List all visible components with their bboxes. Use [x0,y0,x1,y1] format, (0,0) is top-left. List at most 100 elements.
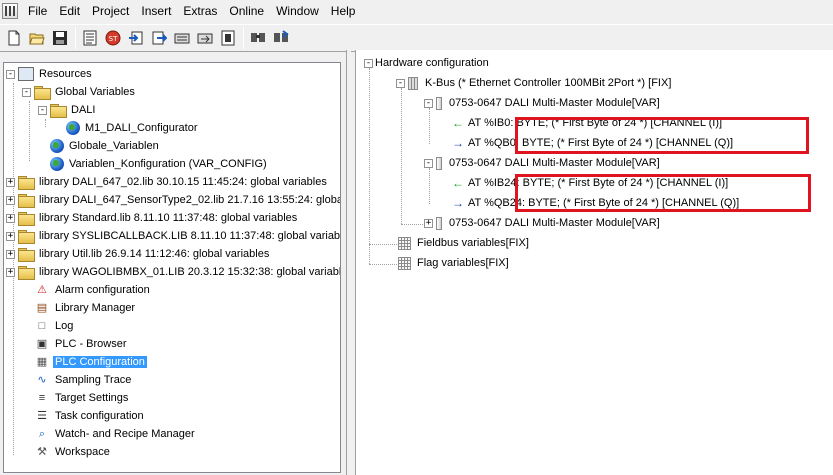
tree-item[interactable]: ∿ Sampling Trace [22,371,133,389]
tree-item[interactable]: + library DALI_647_02.lib 30.10.15 11:45:… [6,173,329,191]
tree-item[interactable]: + library Standard.lib 8.11.10 11:37:48: … [6,209,299,227]
tree-item-label: PLC - Browser [55,338,127,350]
tree-item[interactable]: - Resources [6,65,94,83]
tree-item-label: library DALI_647_SensorType2_02.lib 21.7… [39,194,341,206]
panel-splitter[interactable] [346,50,351,475]
menu-insert[interactable]: Insert [135,0,177,22]
folder-icon [18,211,35,226]
expand-toggle[interactable]: + [424,218,433,228]
new-button[interactable] [3,27,25,49]
breakpoint-button[interactable] [217,27,239,49]
collapse-toggle[interactable]: - [6,69,15,79]
tree-item[interactable]: ⚠ Alarm configuration [22,281,152,299]
resources-tree[interactable]: - Resources - Global Variables - DALI M1_DALI_… [3,62,341,473]
menu-file[interactable]: File [22,0,53,22]
globe-icon [66,121,80,135]
menu-extras[interactable]: Extras [177,0,223,22]
tree-item-label: DALI [71,104,96,116]
variables-icon [398,236,411,250]
hardware-configuration-tree[interactable]: - Hardware configuration - K-Bus (* Ethe… [355,50,833,475]
search-button[interactable] [247,27,269,49]
plc-config-icon: ▦ [36,356,48,368]
collapse-toggle[interactable]: - [424,158,433,168]
tree-item[interactable]: ☰ Task configuration [22,407,146,425]
tree-item[interactable]: ⌕ Watch- and Recipe Manager [22,425,197,443]
expand-toggle[interactable]: + [6,177,15,187]
fieldbus-label: Fieldbus variables[FIX] [417,237,529,249]
module-row-3[interactable]: + 0753-0647 DALI Multi-Master Module[VAR… [424,214,662,232]
kbus-icon [408,76,418,90]
module-label: 0753-0647 DALI Multi-Master Module[VAR] [449,157,660,169]
open-button[interactable] [26,27,48,49]
tree-item-label: Log [55,320,74,332]
toolbar-separator [75,27,76,49]
login-button[interactable] [125,27,147,49]
tree-item-label: Workspace [55,446,110,458]
module-row-1[interactable]: - 0753-0647 DALI Multi-Master Module[VAR… [424,94,662,112]
stop-icon: ST [105,30,121,46]
menu-help[interactable]: Help [325,0,362,22]
tree-item[interactable]: □ Log [22,317,75,335]
collapse-toggle[interactable]: - [424,98,433,108]
trace-icon: ∿ [37,374,47,386]
tree-item[interactable]: + library SYSLIBCALLBACK.LIB 8.11.10 11:3… [6,227,340,245]
expand-toggle[interactable]: + [6,213,15,223]
folder-icon [18,175,35,190]
step-button[interactable] [194,27,216,49]
module-icon [436,156,442,170]
fieldbus-row[interactable]: Fieldbus variables[FIX] [396,234,531,252]
menu-window[interactable]: Window [270,0,325,22]
highlight-box [515,117,809,154]
menu-edit[interactable]: Edit [53,0,86,22]
tree-item[interactable]: - DALI [38,101,97,119]
tree-item[interactable]: + library Util.lib 26.9.14 11:12:46: glob… [6,245,271,263]
compile-icon [83,30,97,46]
run-button[interactable] [171,27,193,49]
stop-button[interactable]: ST [102,27,124,49]
tree-item[interactable]: + library WAGOLIBMBX_01.LIB 20.3.12 15:32… [6,263,340,281]
save-icon [53,31,67,45]
folder-icon [18,193,35,208]
module-label: 0753-0647 DALI Multi-Master Module[VAR] [449,217,660,229]
collapse-toggle[interactable]: - [22,87,31,97]
folder-icon [34,85,51,100]
tree-item[interactable]: ▣ PLC - Browser [22,335,129,353]
tree-item-label: library DALI_647_02.lib 30.10.15 11:45:2… [39,176,327,188]
hw-root-row[interactable]: - Hardware configuration [364,54,491,72]
tree-item[interactable]: + library DALI_647_SensorType2_02.lib 21.… [6,191,341,209]
expand-toggle[interactable]: + [6,267,15,277]
expand-toggle[interactable]: + [6,249,15,259]
tree-item[interactable]: M1_DALI_Configurator [54,119,200,137]
tree-item-label: library Util.lib 26.9.14 11:12:46: globa… [39,248,270,260]
tree-item[interactable]: Variablen_Konfiguration (VAR_CONFIG) [38,155,269,173]
tree-item[interactable]: - Global Variables [22,83,137,101]
save-button[interactable] [49,27,71,49]
collapse-toggle[interactable]: - [364,58,373,68]
collapse-toggle[interactable]: - [38,105,47,115]
variables-icon [398,256,411,270]
expand-toggle[interactable]: + [6,231,15,241]
module-row-2[interactable]: - 0753-0647 DALI Multi-Master Module[VAR… [424,154,662,172]
compile-button[interactable] [79,27,101,49]
toolbar-separator [243,27,244,49]
tree-item[interactable]: ⚒ Workspace [22,443,112,461]
expand-toggle[interactable]: + [6,195,15,205]
menu-project[interactable]: Project [86,0,135,22]
flag-row[interactable]: Flag variables[FIX] [396,254,511,272]
kbus-row[interactable]: - K-Bus (* Ethernet Controller 100MBit 2… [396,74,673,92]
logout-button[interactable] [148,27,170,49]
tree-item-label: PLC Configuration [53,356,147,368]
input-arrow-icon: ← [452,176,464,190]
tree-item[interactable]: Globale_Variablen [38,137,161,155]
menu-online[interactable]: Online [223,0,270,22]
replace-button[interactable] [270,27,292,49]
hw-root-label: Hardware configuration [375,57,489,69]
app-icon[interactable] [2,3,18,19]
tree-item[interactable]: ≡ Target Settings [22,389,130,407]
collapse-toggle[interactable]: - [396,78,405,88]
tree-item-label: Task configuration [55,410,144,422]
tree-item[interactable]: ▦ PLC Configuration [22,353,147,371]
logout-icon [152,31,167,45]
tree-item-label: library Standard.lib 8.11.10 11:37:48: g… [39,212,298,224]
tree-item[interactable]: ▤ Library Manager [22,299,137,317]
